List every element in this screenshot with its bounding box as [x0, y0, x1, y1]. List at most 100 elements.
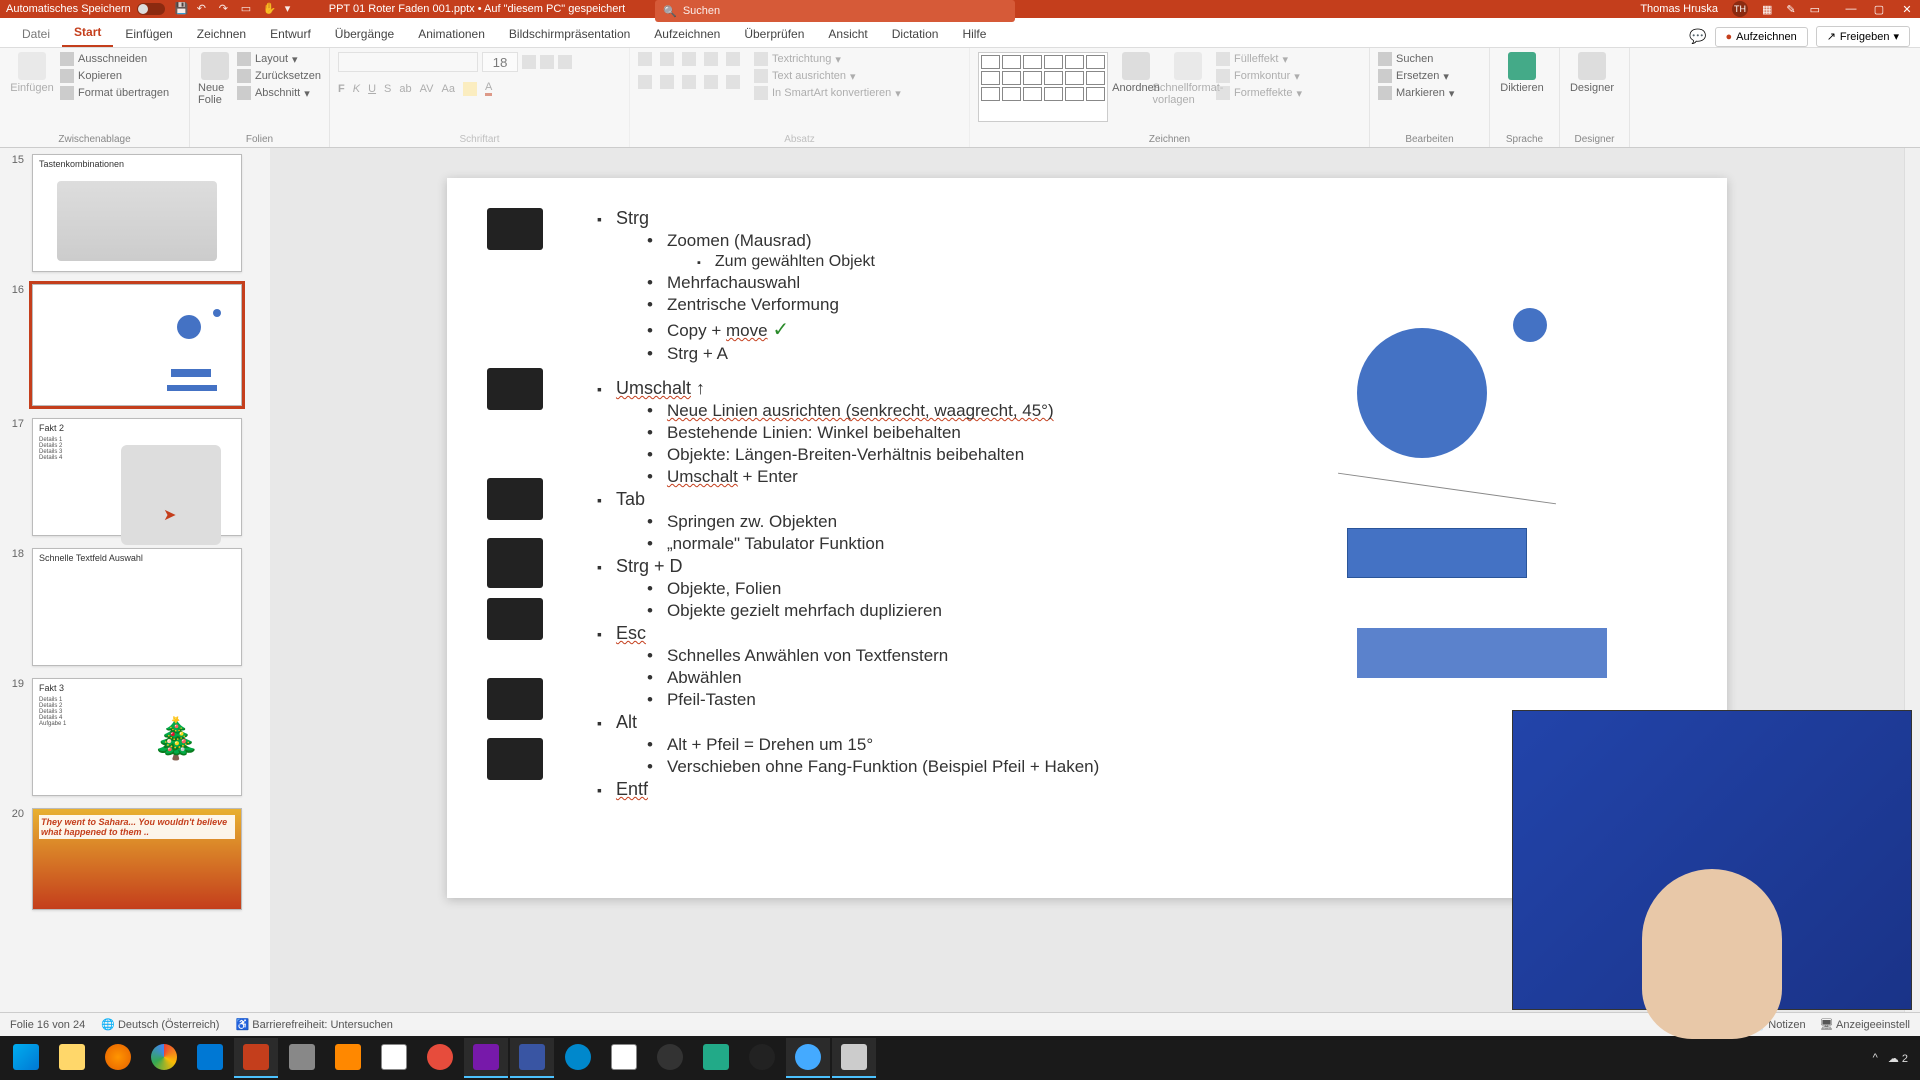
tray-chevron-icon[interactable]: ^ — [1873, 1052, 1878, 1064]
italic-button[interactable]: K — [353, 83, 360, 95]
shape-effects-button[interactable]: Formeffekte ▾ — [1216, 86, 1302, 100]
align-left-icon[interactable] — [638, 75, 652, 89]
copy-button[interactable]: Kopieren — [60, 69, 169, 83]
qat-more-icon[interactable]: ▾ — [285, 2, 299, 16]
shape-fill-button[interactable]: Fülleffekt ▾ — [1216, 52, 1302, 66]
spacing-button[interactable]: AV — [420, 83, 434, 95]
tab-file[interactable]: Datei — [10, 21, 62, 47]
tab-record[interactable]: Aufzeichnen — [642, 21, 732, 47]
thumbnail-20[interactable]: They went to Sahara... You wouldn't beli… — [32, 808, 242, 910]
taskbar-chrome[interactable] — [142, 1038, 186, 1078]
comments-icon[interactable]: 💬 — [1689, 28, 1706, 45]
language-button[interactable]: 🌐 Deutsch (Österreich) — [101, 1018, 219, 1031]
tab-view[interactable]: Ansicht — [816, 21, 879, 47]
shadow-button[interactable]: ab — [399, 83, 411, 95]
taskbar-visio[interactable] — [510, 1038, 554, 1078]
numbering-icon[interactable] — [660, 52, 674, 66]
tab-animations[interactable]: Animationen — [406, 21, 497, 47]
tab-insert[interactable]: Einfügen — [113, 21, 184, 47]
tab-help[interactable]: Hilfe — [950, 21, 998, 47]
undo-icon[interactable]: ↶ — [197, 2, 211, 16]
record-button[interactable]: ●Aufzeichnen — [1715, 27, 1808, 47]
window-icon[interactable]: ▭ — [1810, 3, 1820, 16]
close-button[interactable]: ✕ — [1900, 3, 1914, 16]
taskbar-powerpoint[interactable] — [234, 1038, 278, 1078]
minimize-button[interactable]: — — [1844, 3, 1858, 16]
taskbar-firefox[interactable] — [96, 1038, 140, 1078]
decrease-indent-icon[interactable] — [682, 52, 696, 66]
thumbnail-18[interactable]: Schnelle Textfeld Auswahl — [32, 548, 242, 666]
columns-icon[interactable] — [726, 75, 740, 89]
tab-start[interactable]: Start — [62, 19, 113, 47]
taskbar-outlook[interactable] — [188, 1038, 232, 1078]
align-center-icon[interactable] — [660, 75, 674, 89]
select-button[interactable]: Markieren ▾ — [1378, 86, 1454, 100]
tab-review[interactable]: Überprüfen — [732, 21, 816, 47]
slide-counter[interactable]: Folie 16 von 24 — [10, 1019, 85, 1031]
taskbar-app1[interactable] — [280, 1038, 324, 1078]
shape-outline-button[interactable]: Formkontur ▾ — [1216, 69, 1302, 83]
underline-button[interactable]: U — [368, 83, 376, 95]
increase-indent-icon[interactable] — [704, 52, 718, 66]
taskbar-app4[interactable] — [602, 1038, 646, 1078]
reset-button[interactable]: Zurücksetzen — [237, 69, 321, 83]
tab-design[interactable]: Entwurf — [258, 21, 323, 47]
taskbar-app7[interactable] — [786, 1038, 830, 1078]
replace-button[interactable]: Ersetzen ▾ — [1378, 69, 1454, 83]
user-avatar[interactable]: TH — [1732, 1, 1748, 17]
taskbar-app2[interactable] — [372, 1038, 416, 1078]
pen-icon[interactable]: ✎ — [1786, 3, 1795, 16]
font-color-button[interactable]: A — [485, 81, 492, 96]
layout-button[interactable]: Layout ▾ — [237, 52, 321, 66]
taskbar-app5[interactable] — [694, 1038, 738, 1078]
bold-button[interactable]: F — [338, 83, 345, 95]
save-icon[interactable]: 💾 — [175, 2, 189, 16]
system-tray[interactable]: ^ ☁ 2 — [1873, 1052, 1916, 1065]
start-button[interactable] — [4, 1038, 48, 1078]
paste-button[interactable]: Einfügen — [8, 52, 56, 94]
document-title[interactable]: PPT 01 Roter Faden 001.pptx • Auf "diese… — [329, 3, 625, 15]
shape-circle-large[interactable] — [1357, 328, 1487, 458]
designer-button[interactable]: Designer — [1568, 52, 1616, 94]
smartart-button[interactable]: In SmartArt konvertieren ▾ — [754, 86, 901, 100]
highlight-button[interactable] — [463, 82, 477, 96]
user-name[interactable]: Thomas Hruska — [1640, 3, 1718, 15]
increase-font-icon[interactable] — [522, 55, 536, 69]
autosave-toggle[interactable] — [137, 3, 165, 15]
justify-icon[interactable] — [704, 75, 718, 89]
slide-thumbnails[interactable]: 15 Tastenkombinationen 16 17 Fakt 2 Deta… — [0, 148, 270, 1012]
taskbar-app8[interactable] — [832, 1038, 876, 1078]
weather-widget[interactable]: ☁ 2 — [1888, 1052, 1908, 1065]
thumbnail-16[interactable] — [32, 284, 242, 406]
tab-draw[interactable]: Zeichnen — [185, 21, 258, 47]
maximize-button[interactable]: ▢ — [1872, 3, 1886, 16]
display-settings-button[interactable]: 🖥 Anzeigeeinstell — [1820, 1018, 1910, 1031]
tab-slideshow[interactable]: Bildschirmpräsentation — [497, 21, 642, 47]
taskbar-onenote[interactable] — [464, 1038, 508, 1078]
dictate-button[interactable]: Diktieren — [1498, 52, 1546, 94]
shape-circle-small[interactable] — [1513, 308, 1547, 342]
font-family-input[interactable] — [338, 52, 478, 72]
bullets-icon[interactable] — [638, 52, 652, 66]
taskbar-vlc[interactable] — [326, 1038, 370, 1078]
thumbnail-15[interactable]: Tastenkombinationen — [32, 154, 242, 272]
slide-content[interactable]: Strg Zoomen (Mausrad) Zum gewählten Obje… — [487, 208, 1687, 800]
touch-icon[interactable]: ✋ — [263, 2, 277, 16]
decrease-font-icon[interactable] — [540, 55, 554, 69]
redo-icon[interactable]: ↷ — [219, 2, 233, 16]
tab-dictation[interactable]: Dictation — [880, 21, 951, 47]
new-slide-button[interactable]: Neue Folie — [198, 52, 233, 106]
text-direction-button[interactable]: Textrichtung ▾ — [754, 52, 901, 66]
shape-rect-2[interactable] — [1357, 628, 1607, 678]
taskbar-app6[interactable] — [740, 1038, 784, 1078]
case-button[interactable]: Aa — [441, 83, 454, 95]
section-button[interactable]: Abschnitt ▾ — [237, 86, 321, 100]
strikethrough-button[interactable]: S — [384, 83, 391, 95]
taskbar-telegram[interactable] — [556, 1038, 600, 1078]
font-size-input[interactable] — [482, 52, 518, 72]
slideshow-icon[interactable]: ▭ — [241, 2, 255, 16]
taskbar-obs[interactable] — [648, 1038, 692, 1078]
line-spacing-icon[interactable] — [726, 52, 740, 66]
shapes-gallery[interactable] — [978, 52, 1108, 122]
shape-rect-1[interactable] — [1347, 528, 1527, 578]
